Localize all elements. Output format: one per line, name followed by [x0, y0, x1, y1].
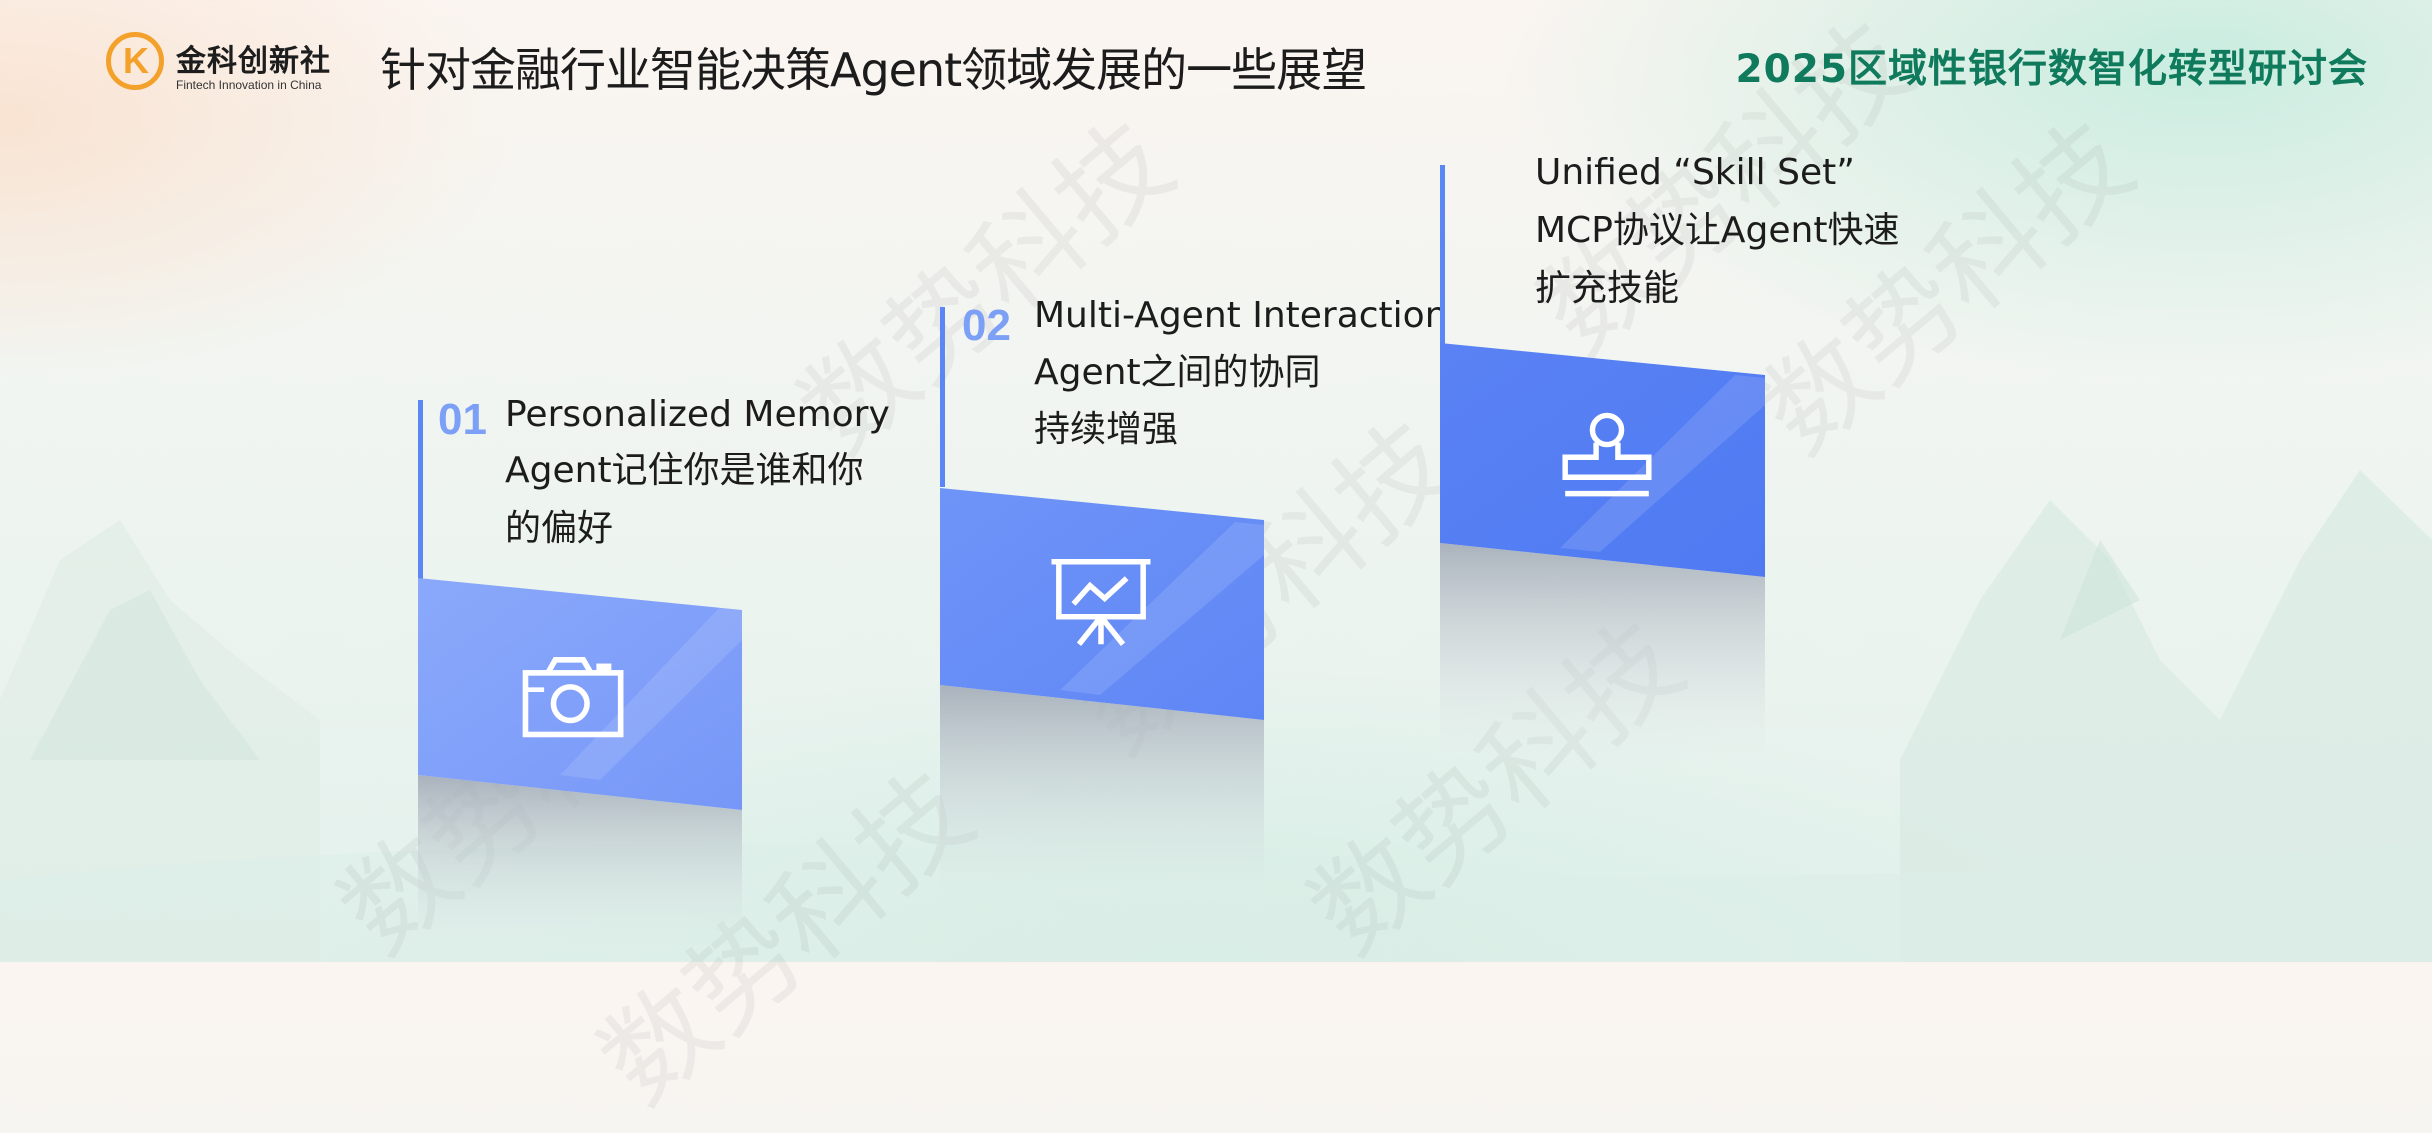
step-3-block — [1440, 343, 1765, 780]
step-1-block — [418, 578, 742, 962]
presentation-chart-icon — [1051, 559, 1151, 646]
camera-icon — [522, 657, 624, 738]
stamp-icon — [1562, 412, 1652, 497]
steps-blocks — [418, 343, 1765, 962]
